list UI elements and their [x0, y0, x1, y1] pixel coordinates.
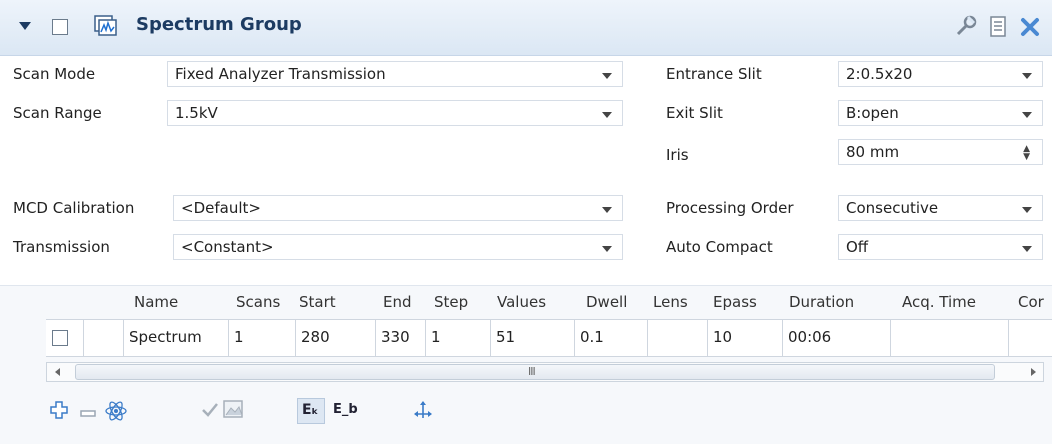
transmission-value: <Constant> — [181, 238, 274, 256]
exit-slit-value: B:open — [846, 104, 899, 122]
column-header-cor[interactable]: Cor — [1018, 293, 1044, 311]
scan-range-label: Scan Range — [13, 104, 102, 122]
cell-name[interactable]: Spectrum — [124, 320, 229, 356]
group-checkbox[interactable] — [52, 19, 68, 35]
horizontal-scrollbar[interactable]: III — [46, 362, 1044, 382]
group-title: Spectrum Group — [136, 14, 302, 35]
column-header-acq-time[interactable]: Acq. Time — [902, 293, 976, 311]
cell-start[interactable]: 280 — [296, 320, 376, 356]
scroll-right-icon[interactable] — [1031, 368, 1036, 376]
table-row[interactable]: Spectrum 1 280 330 1 51 0.1 10 00:06 — [46, 319, 1052, 357]
scrollbar-grip: III — [528, 365, 536, 378]
close-icon[interactable] — [1019, 16, 1041, 42]
processing-order-value: Consecutive — [846, 199, 939, 217]
auto-compact-label: Auto Compact — [666, 238, 773, 256]
row-blank-cell — [84, 320, 124, 356]
column-header-end[interactable]: End — [383, 293, 412, 311]
collapse-icon[interactable] — [19, 22, 31, 30]
iris-label: Iris — [666, 146, 689, 164]
cell-acq-time[interactable] — [891, 320, 1009, 356]
cell-scans[interactable]: 1 — [229, 320, 296, 356]
column-header-start[interactable]: Start — [299, 293, 336, 311]
remove-icon[interactable] — [80, 405, 96, 423]
scroll-left-icon[interactable] — [55, 368, 60, 376]
cell-epass[interactable]: 10 — [708, 320, 783, 356]
exit-slit-label: Exit Slit — [666, 104, 723, 122]
scan-mode-select[interactable]: Fixed Analyzer Transmission — [167, 61, 623, 87]
iris-spinbox[interactable]: 80 mm ▲ ▼ — [838, 139, 1043, 165]
column-header-epass[interactable]: Epass — [713, 293, 757, 311]
group-header: Spectrum Group — [0, 0, 1052, 56]
processing-order-select[interactable]: Consecutive — [838, 195, 1043, 221]
exit-slit-select[interactable]: B:open — [838, 100, 1043, 126]
cell-step[interactable]: 1 — [426, 320, 491, 356]
entrance-slit-label: Entrance Slit — [666, 65, 762, 83]
column-header-values[interactable]: Values — [497, 293, 546, 311]
auto-compact-select[interactable]: Off — [838, 234, 1043, 260]
chevron-down-icon — [602, 207, 612, 213]
image-edit-icon[interactable] — [222, 399, 246, 425]
cell-end[interactable]: 330 — [376, 320, 426, 356]
atom-icon[interactable] — [104, 400, 128, 426]
chevron-down-icon — [602, 73, 612, 79]
document-icon[interactable] — [988, 16, 1008, 42]
column-header-scans[interactable]: Scans — [236, 293, 280, 311]
ek-label: Eₖ — [302, 402, 319, 418]
transmission-label: Transmission — [13, 238, 110, 256]
checkmark-icon[interactable] — [201, 402, 219, 422]
column-header-lens[interactable]: Lens — [653, 293, 688, 311]
scrollbar-thumb[interactable]: III — [75, 364, 995, 380]
scan-range-value: 1.5kV — [175, 104, 218, 122]
scan-mode-label: Scan Mode — [13, 65, 96, 83]
move-arrows-icon[interactable] — [411, 400, 435, 426]
chevron-down-icon — [602, 246, 612, 252]
processing-order-label: Processing Order — [666, 199, 794, 217]
chevron-down-icon — [1022, 73, 1032, 79]
iris-value: 80 mm — [846, 143, 900, 161]
mcd-calibration-value: <Default> — [181, 199, 261, 217]
entrance-slit-value: 2:0.5x20 — [846, 65, 913, 83]
add-icon[interactable] — [50, 401, 68, 424]
transmission-select[interactable]: <Constant> — [173, 234, 623, 260]
mcd-calibration-label: MCD Calibration — [13, 199, 135, 217]
column-header-name[interactable]: Name — [134, 293, 178, 311]
cell-dwell[interactable]: 0.1 — [575, 320, 648, 356]
cell-lens[interactable] — [648, 320, 708, 356]
scan-range-select[interactable]: 1.5kV — [167, 100, 623, 126]
chevron-down-icon — [1022, 112, 1032, 118]
ek-toggle-button[interactable]: Eₖ — [297, 398, 325, 424]
cell-duration[interactable]: 00:06 — [783, 320, 891, 356]
row-checkbox-cell — [46, 320, 84, 356]
wrench-icon[interactable] — [952, 14, 978, 44]
scan-mode-value: Fixed Analyzer Transmission — [175, 65, 386, 83]
mcd-calibration-select[interactable]: <Default> — [173, 195, 623, 221]
column-header-step[interactable]: Step — [434, 293, 468, 311]
cell-values[interactable]: 51 — [491, 320, 575, 356]
spinner-arrows-icon[interactable]: ▲ ▼ — [1023, 145, 1030, 162]
row-checkbox[interactable] — [52, 330, 68, 346]
spectrum-group-icon — [94, 15, 118, 41]
eb-label: E_b — [333, 402, 358, 417]
column-header-dwell[interactable]: Dwell — [586, 293, 627, 311]
auto-compact-value: Off — [846, 238, 869, 256]
chevron-down-icon — [602, 112, 612, 118]
entrance-slit-select[interactable]: 2:0.5x20 — [838, 61, 1043, 87]
chevron-down-icon — [1022, 246, 1032, 252]
eb-toggle-button[interactable]: E_b — [331, 398, 359, 424]
column-header-duration[interactable]: Duration — [789, 293, 854, 311]
chevron-down-icon — [1022, 207, 1032, 213]
